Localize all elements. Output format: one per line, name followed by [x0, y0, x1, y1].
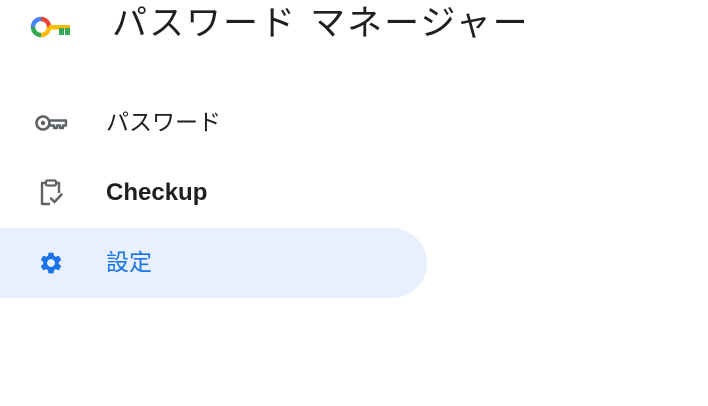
- gear-icon: [34, 248, 68, 278]
- sidebar-item-label: 設定: [106, 250, 152, 276]
- sidebar-item-label: パスワード: [106, 110, 221, 136]
- password-manager-logo-icon: [30, 16, 74, 38]
- password-manager-app: パスワード マネージャー パスワード Checkup 設定: [0, 0, 708, 406]
- sidebar-item-checkup[interactable]: Checkup: [0, 158, 427, 228]
- sidebar-item-passwords[interactable]: パスワード: [0, 88, 427, 158]
- page-title: パスワード マネージャー: [112, 4, 530, 44]
- sidebar-item-settings[interactable]: 設定: [0, 228, 427, 298]
- clipboard-check-icon: [34, 178, 68, 208]
- header: パスワード マネージャー: [0, 0, 708, 56]
- sidebar-nav: パスワード Checkup 設定: [0, 88, 430, 298]
- sidebar-item-label: Checkup: [106, 179, 208, 206]
- key-icon: [34, 108, 68, 138]
